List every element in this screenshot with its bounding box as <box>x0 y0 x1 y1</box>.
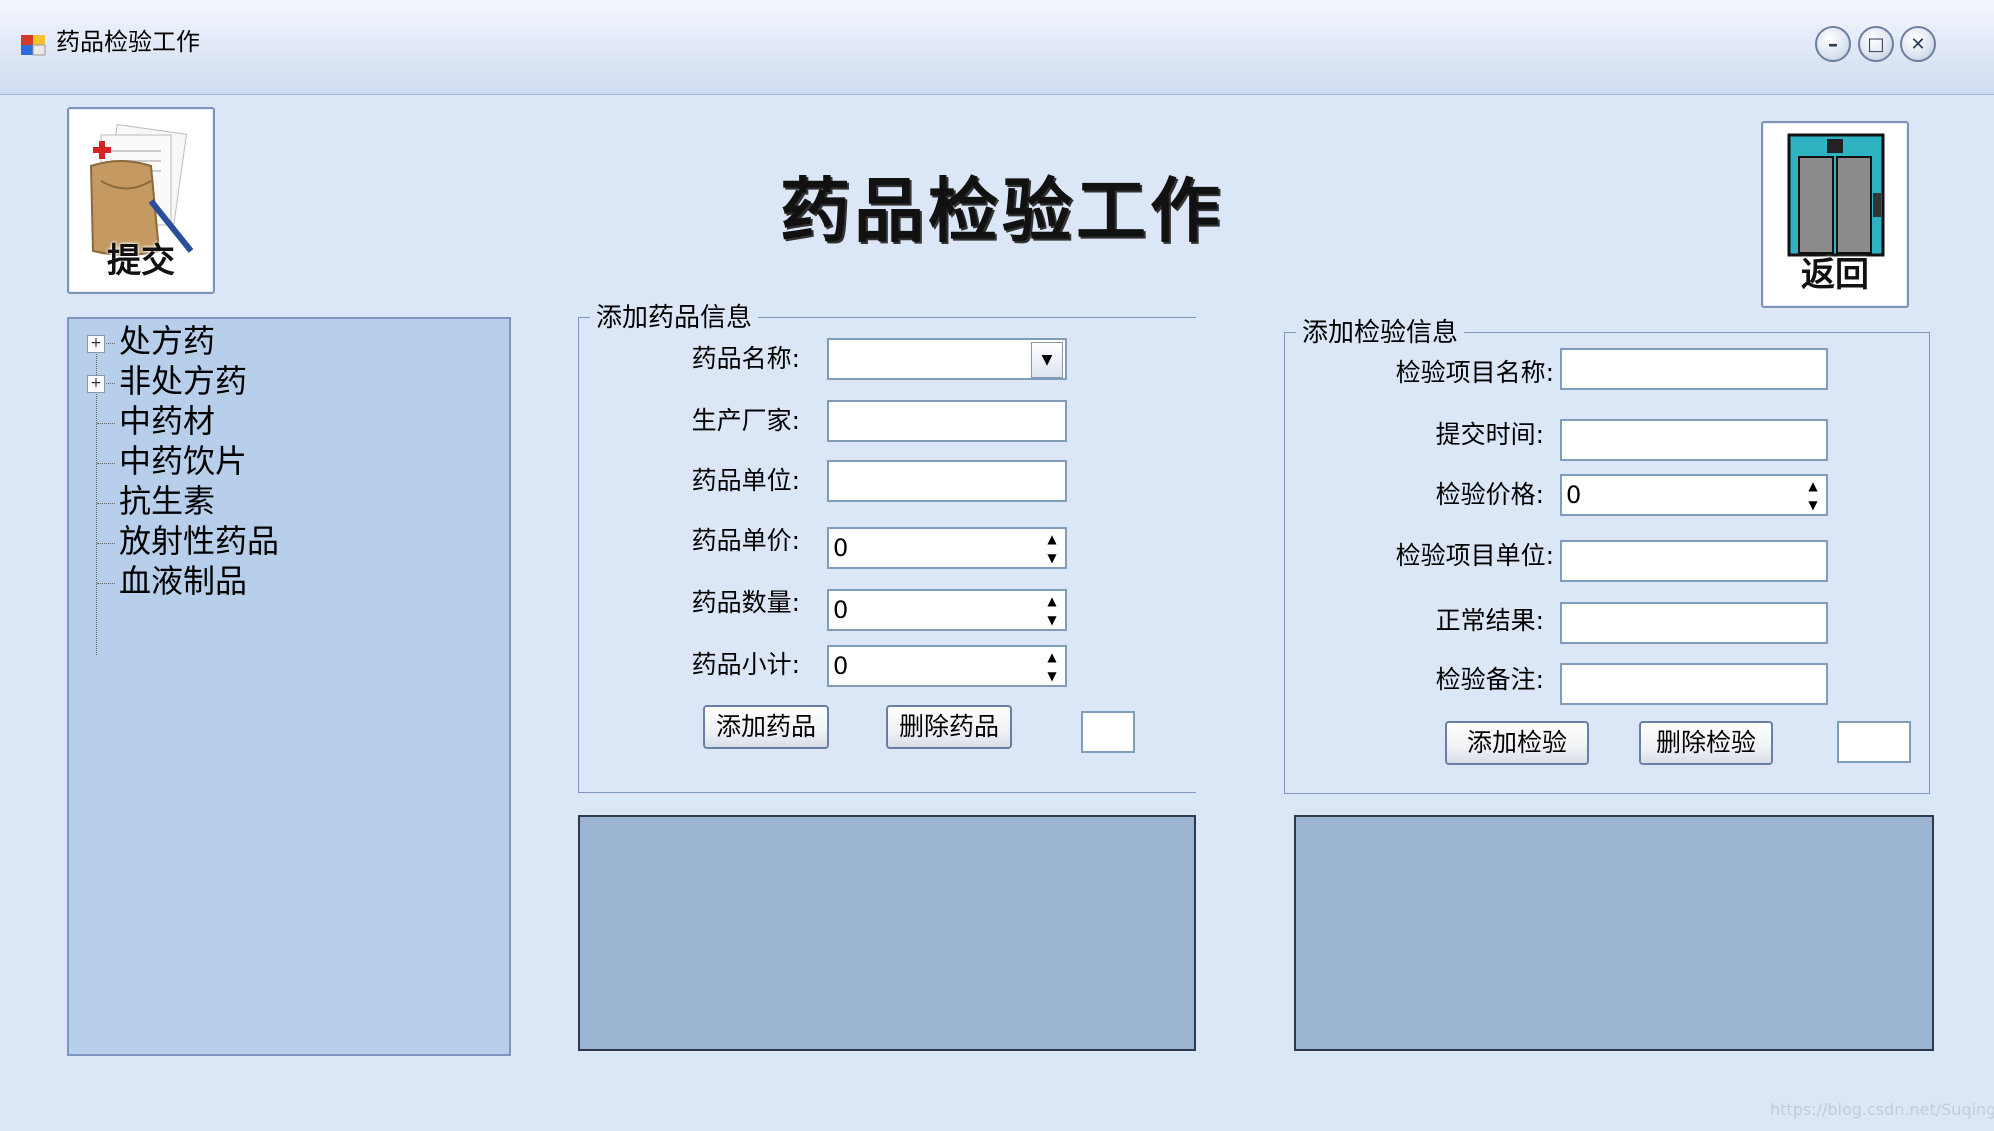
tree-item-herbal-materials[interactable]: 中药材 <box>119 401 215 441</box>
tree-item-blood-products[interactable]: 血液制品 <box>119 561 247 601</box>
delete-test-button[interactable]: 删除检验 <box>1639 721 1773 765</box>
drug-unit-label: 药品单位: <box>691 466 800 495</box>
quantity-label: 药品数量: <box>691 588 800 617</box>
category-tree[interactable]: + + 处方药 非处方药 中药材 中药饮片 抗生素 放射性药品 血液制品 <box>67 317 511 1056</box>
test-remark-value <box>1562 670 1566 698</box>
tree-item-radioactive-drugs[interactable]: 放射性药品 <box>119 521 279 561</box>
tree-item-prescription-drugs[interactable]: 处方药 <box>119 321 215 361</box>
tree-connector <box>97 503 115 504</box>
add-drug-button[interactable]: 添加药品 <box>703 705 829 749</box>
unit-price-value: 0 <box>833 534 849 562</box>
test-price-label: 检验价格: <box>1435 480 1544 509</box>
subtotal-stepper[interactable]: 0 ▲ ▼ <box>827 645 1067 687</box>
submit-label: 提交 <box>107 241 175 281</box>
manufacturer-value <box>829 407 833 435</box>
spin-arrows-icon[interactable]: ▲ ▼ <box>1800 476 1826 514</box>
back-label: 返回 <box>1801 255 1869 295</box>
drug-name-value <box>829 345 833 373</box>
test-data-grid[interactable] <box>1294 815 1934 1051</box>
test-side-value <box>1839 728 1843 756</box>
back-button[interactable]: 返回 <box>1761 121 1909 308</box>
tree-connector <box>97 423 115 424</box>
expand-icon[interactable]: + <box>87 375 105 393</box>
tree-item-otc-drugs[interactable]: 非处方药 <box>119 361 247 401</box>
drug-info-legend: 添加药品信息 <box>590 303 759 333</box>
drug-unit-value <box>829 467 833 495</box>
test-price-value: 0 <box>1566 481 1582 509</box>
tree-item-antibiotics[interactable]: 抗生素 <box>119 481 215 521</box>
subtotal-value: 0 <box>833 652 849 680</box>
tree-item-herbal-slices[interactable]: 中药饮片 <box>119 441 247 481</box>
test-item-name-input[interactable] <box>1560 348 1828 390</box>
quantity-value: 0 <box>833 596 849 624</box>
submit-button[interactable]: 提交 <box>67 107 215 294</box>
drug-unit-input[interactable] <box>827 460 1067 502</box>
chevron-down-icon[interactable]: ▼ <box>1031 342 1063 378</box>
drug-side-value <box>1083 718 1087 746</box>
spin-arrows-icon[interactable]: ▲ ▼ <box>1039 647 1065 685</box>
drug-name-label: 药品名称: <box>691 344 800 373</box>
test-info-legend: 添加检验信息 <box>1296 318 1465 348</box>
normal-result-value <box>1562 609 1566 637</box>
window-title: 药品检验工作 <box>56 28 200 56</box>
app-icon <box>21 35 46 56</box>
test-item-unit-input[interactable] <box>1560 540 1828 582</box>
normal-result-input[interactable] <box>1560 602 1828 644</box>
tree-connector <box>97 463 115 464</box>
minimize-icon: – <box>1828 32 1838 56</box>
test-item-name-value <box>1562 355 1566 383</box>
submit-time-label: 提交时间: <box>1435 420 1544 449</box>
drug-side-box[interactable] <box>1081 711 1135 753</box>
submit-time-value <box>1562 426 1566 454</box>
drug-name-combo[interactable]: ▼ <box>827 338 1067 380</box>
normal-result-label: 正常结果: <box>1435 606 1544 635</box>
test-side-box[interactable] <box>1837 721 1911 763</box>
page-title: 药品检验工作 <box>780 170 1224 252</box>
test-remark-label: 检验备注: <box>1435 665 1544 694</box>
minimize-button[interactable]: – <box>1815 26 1851 62</box>
delete-drug-button[interactable]: 删除药品 <box>886 705 1012 749</box>
close-icon: ✕ <box>1910 33 1926 55</box>
maximize-button[interactable]: □ <box>1858 26 1894 62</box>
tree-connector <box>97 543 115 544</box>
manufacturer-label: 生产厂家: <box>691 406 800 435</box>
test-item-name-label: 检验项目名称: <box>1395 358 1554 387</box>
maximize-icon: □ <box>1867 33 1885 55</box>
manufacturer-input[interactable] <box>827 400 1067 442</box>
drug-data-grid[interactable] <box>578 815 1196 1051</box>
unit-price-stepper[interactable]: 0 ▲ ▼ <box>827 527 1067 569</box>
spin-arrows-icon[interactable]: ▲ ▼ <box>1039 529 1065 567</box>
test-item-unit-label: 检验项目单位: <box>1395 541 1554 570</box>
watermark: https://blog.csdn.net/Suqing49 <box>1770 1100 1994 1119</box>
test-remark-input[interactable] <box>1560 663 1828 705</box>
test-price-stepper[interactable]: 0 ▲ ▼ <box>1560 474 1828 516</box>
unit-price-label: 药品单价: <box>691 526 800 555</box>
expand-icon[interactable]: + <box>87 335 105 353</box>
elevator-icon <box>1787 133 1885 257</box>
close-button[interactable]: ✕ <box>1900 26 1936 62</box>
submit-time-input[interactable] <box>1560 419 1828 461</box>
test-item-unit-value <box>1562 547 1566 575</box>
spin-arrows-icon[interactable]: ▲ ▼ <box>1039 591 1065 629</box>
title-bar-accent <box>0 0 1994 95</box>
add-test-button[interactable]: 添加检验 <box>1445 721 1589 765</box>
quantity-stepper[interactable]: 0 ▲ ▼ <box>827 589 1067 631</box>
subtotal-label: 药品小计: <box>691 650 800 679</box>
tree-connector <box>97 583 115 584</box>
